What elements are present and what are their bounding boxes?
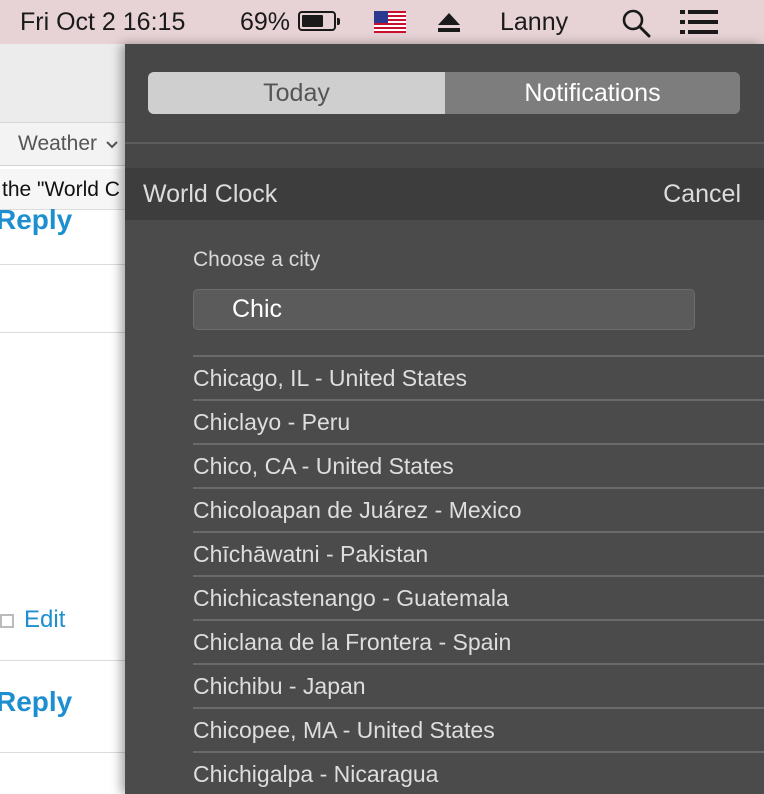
city-results-list: Chicago, IL - United States Chiclayo - Pe… [193, 355, 764, 794]
eject-icon[interactable] [437, 11, 461, 33]
city-result-item[interactable]: Chicoloapan de Juárez - Mexico [193, 487, 764, 531]
widget-title: World Clock [143, 180, 278, 208]
city-result-item[interactable]: Chicopee, MA - United States [193, 707, 764, 751]
divider [0, 660, 125, 661]
background-toolbar [0, 44, 125, 123]
world-clock-widget-body: Choose a city Chicago, IL - United State… [125, 220, 764, 794]
weather-tab-label: Weather [18, 132, 97, 155]
edit-icon [0, 614, 14, 628]
battery-percentage[interactable]: 69% [240, 0, 290, 44]
reply-link[interactable]: Reply [0, 204, 72, 236]
city-result-item[interactable]: Chichicastenango - Guatemala [193, 575, 764, 619]
battery-level-fill [302, 15, 323, 27]
spotlight-search-icon[interactable] [621, 8, 651, 38]
choose-city-label: Choose a city [193, 248, 321, 271]
divider [0, 264, 125, 265]
city-result-item[interactable]: Chichigalpa - Nicaragua [193, 751, 764, 794]
city-search-input[interactable] [193, 289, 695, 330]
reply-link[interactable]: Reply [0, 686, 72, 718]
world-clock-widget-header: World Clock Cancel [125, 168, 764, 220]
city-result-item[interactable]: Chichibu - Japan [193, 663, 764, 707]
city-result-item[interactable]: Chiclana de la Frontera - Spain [193, 619, 764, 663]
edit-link[interactable]: Edit [0, 606, 65, 634]
battery-nub [337, 18, 340, 25]
tab-notifications[interactable]: Notifications [445, 72, 740, 114]
divider [0, 332, 125, 333]
background-search-text[interactable]: the "World C [2, 178, 120, 202]
user-name-menu[interactable]: Lanny [500, 0, 568, 44]
battery-icon[interactable] [298, 11, 340, 31]
city-result-item[interactable]: Chico, CA - United States [193, 443, 764, 487]
menubar-clock[interactable]: Fri Oct 2 16:15 [20, 0, 185, 44]
divider [0, 752, 125, 753]
city-result-item[interactable]: Chīchāwatni - Pakistan [193, 531, 764, 575]
divider [125, 142, 764, 144]
tab-today[interactable]: Today [148, 72, 445, 114]
edit-label: Edit [24, 606, 66, 633]
cancel-button[interactable]: Cancel [663, 168, 741, 220]
city-result-item[interactable]: Chiclayo - Peru [193, 399, 764, 443]
notification-center-icon[interactable] [680, 9, 718, 35]
chevron-down-icon [106, 141, 118, 149]
menu-bar: Fri Oct 2 16:15 69% Lanny [0, 0, 764, 44]
background-app-window: Weather the "World C Reply Edit Reply [0, 44, 125, 794]
notification-center-panel: Today Notifications World Clock Cancel C… [125, 44, 764, 794]
segmented-control: Today Notifications [148, 72, 740, 114]
us-flag-icon[interactable] [374, 11, 406, 33]
weather-tab[interactable]: Weather [18, 132, 118, 156]
city-result-item[interactable]: Chicago, IL - United States [193, 355, 764, 399]
